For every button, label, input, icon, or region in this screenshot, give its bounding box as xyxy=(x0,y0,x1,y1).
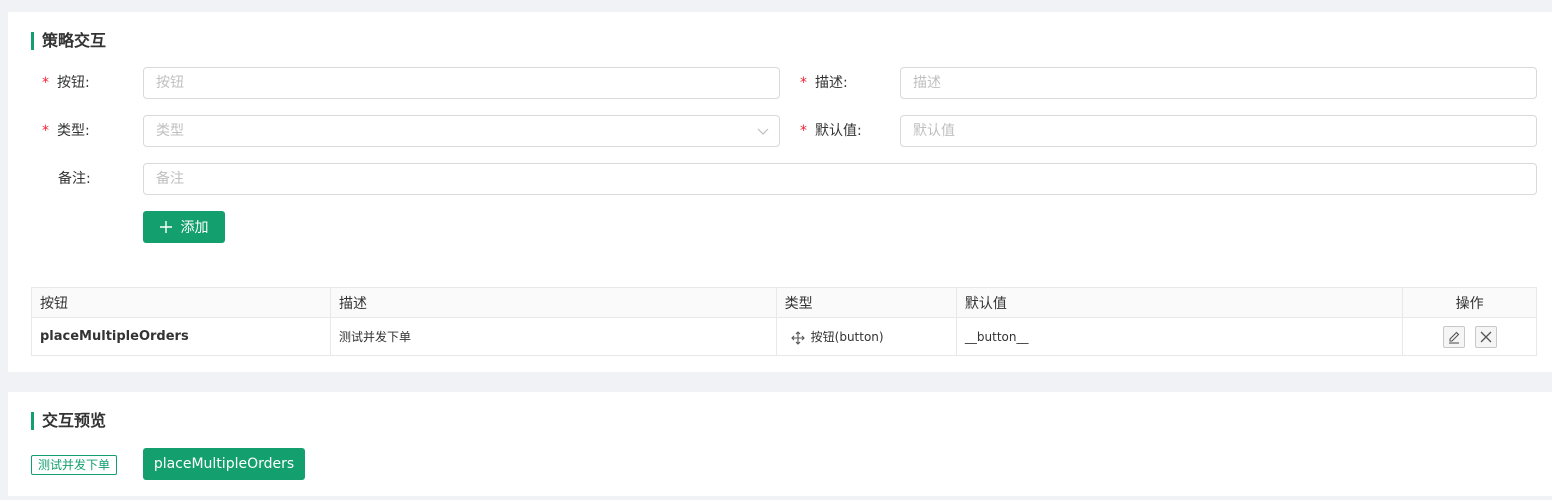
add-button-label: 添加 xyxy=(180,220,209,236)
desc-field-label: * 描述: xyxy=(800,67,848,99)
preview-title: 交互预览 xyxy=(31,412,106,430)
default-label-text: 默认值: xyxy=(815,123,862,139)
cell-type-text: 按钮(button) xyxy=(810,330,884,344)
required-mark: * xyxy=(42,75,49,91)
interaction-table: 按钮 描述 类型 默认值 操作 placeMultipleOrders 测试并发… xyxy=(31,287,1537,356)
default-field-label: * 默认值: xyxy=(800,115,862,147)
preview-card: 交互预览 测试并发下单 placeMultipleOrders xyxy=(8,392,1552,496)
header-default: 默认值 xyxy=(955,287,1404,318)
edit-icon xyxy=(1448,331,1459,344)
header-button: 按钮 xyxy=(31,287,331,318)
preview-action-button[interactable]: placeMultipleOrders xyxy=(143,448,305,480)
edit-button[interactable] xyxy=(1442,325,1465,348)
cell-default: __button__ xyxy=(955,317,1404,356)
note-field-label: 备注: xyxy=(58,171,91,187)
preview-tag: 测试并发下单 xyxy=(31,455,118,475)
cell-button: placeMultipleOrders xyxy=(31,317,331,356)
default-input[interactable] xyxy=(900,115,1537,147)
desc-input[interactable] xyxy=(900,67,1537,99)
header-type: 类型 xyxy=(775,287,957,318)
required-mark: * xyxy=(800,123,807,139)
table-header-row: 按钮 描述 类型 默认值 操作 xyxy=(31,287,1537,318)
header-desc: 描述 xyxy=(329,287,777,318)
strategy-card: 策略交互 * 按钮: * 描述: * 类型: 类型 * 默认值: 备注: 添加 按钮 xyxy=(8,12,1552,372)
button-field-label: * 按钮: xyxy=(42,67,90,99)
type-select-placeholder: 类型 xyxy=(156,123,184,139)
button-input[interactable] xyxy=(143,67,780,99)
add-button[interactable]: 添加 xyxy=(143,211,225,243)
delete-button[interactable] xyxy=(1474,325,1497,348)
required-mark: * xyxy=(800,75,807,91)
strategy-title: 策略交互 xyxy=(31,32,106,50)
type-label-text: 类型: xyxy=(57,123,90,139)
note-input[interactable] xyxy=(143,163,1537,195)
cell-type: 按钮(button) xyxy=(775,317,957,356)
table-row: placeMultipleOrders 测试并发下单 按钮(button) __… xyxy=(31,317,1537,356)
cell-operation xyxy=(1402,317,1537,356)
header-operation: 操作 xyxy=(1402,287,1537,318)
cell-desc: 测试并发下单 xyxy=(329,317,777,356)
button-label-text: 按钮: xyxy=(57,75,90,91)
chevron-down-icon xyxy=(757,128,769,135)
drag-move-icon[interactable] xyxy=(790,330,805,345)
required-mark: * xyxy=(42,123,49,139)
desc-label-text: 描述: xyxy=(815,75,848,91)
plus-icon xyxy=(159,221,172,233)
type-field-label: * 类型: xyxy=(42,115,90,147)
type-select[interactable]: 类型 xyxy=(143,115,780,147)
close-icon xyxy=(1480,331,1492,342)
